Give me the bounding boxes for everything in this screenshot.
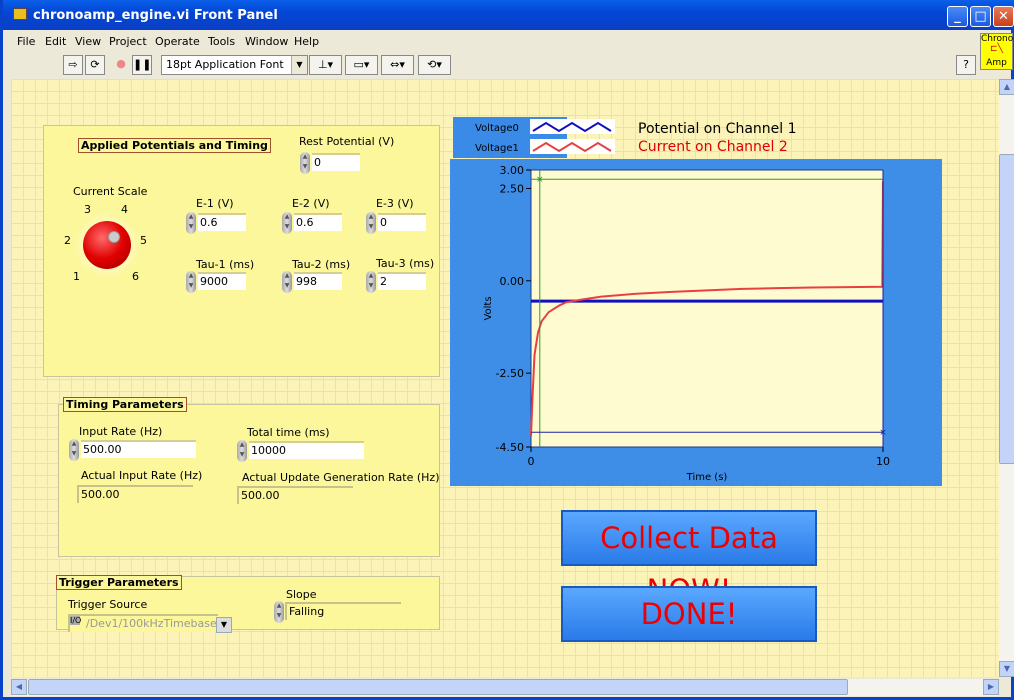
distribute-objects-icon[interactable]: ▭▾: [345, 55, 378, 75]
menu-window[interactable]: Window: [245, 35, 288, 48]
menu-file[interactable]: File: [17, 35, 35, 48]
run-arrow-icon[interactable]: ⇨: [63, 55, 83, 75]
front-panel: Applied Potentials and Timing Rest Poten…: [11, 79, 999, 677]
y-tick-label: -4.50: [496, 441, 524, 454]
title-bar: chronoamp_engine.vi Front Panel _ □ ✕: [3, 0, 1014, 30]
scroll-left-icon[interactable]: ◀: [11, 679, 27, 695]
annotation-1: Current on Channel 2: [638, 139, 788, 155]
done-button[interactable]: DONE!: [561, 586, 817, 642]
horizontal-scroll-thumb[interactable]: [28, 679, 848, 695]
reorder-icon[interactable]: ⟲▾: [418, 55, 451, 75]
run-continuously-icon[interactable]: ⟳: [85, 55, 105, 75]
waveform-graph: Voltage0 Voltage1 Potential on Channel 1 Cu…: [450, 117, 942, 486]
cursor-0-marker: ×: [536, 175, 544, 185]
menu-bar: File Edit View Project Operate Tools Win…: [6, 30, 978, 52]
menu-tools[interactable]: Tools: [208, 35, 235, 48]
vi-icon-bottom: Amp: [986, 58, 1007, 68]
plot-area: [530, 169, 884, 448]
menu-view[interactable]: View: [75, 35, 101, 48]
chevron-down-icon: ▼: [291, 56, 307, 74]
y-tick-label: -2.50: [496, 367, 524, 380]
y-tick-label: 2.50: [500, 182, 525, 195]
vertical-scroll-thumb[interactable]: [999, 154, 1014, 464]
legend-label-1: Voltage1: [475, 143, 519, 154]
font-select[interactable]: 18pt Application Font ▼: [161, 55, 308, 75]
scroll-down-icon[interactable]: ▼: [999, 661, 1014, 677]
resize-objects-icon[interactable]: ⇔▾: [381, 55, 414, 75]
y-axis-label: Volts: [483, 296, 494, 320]
vi-icon: Chrono ⊏╲ Amp: [980, 33, 1014, 70]
window: chronoamp_engine.vi Front Panel _ □ ✕ Fi…: [0, 0, 1014, 700]
minimize-button[interactable]: _: [947, 6, 968, 27]
abort-icon[interactable]: ●: [112, 55, 130, 75]
menu-operate[interactable]: Operate: [155, 35, 200, 48]
horizontal-scrollbar[interactable]: ◀ ▶: [11, 679, 999, 696]
scroll-right-icon[interactable]: ▶: [983, 679, 999, 695]
window-title: chronoamp_engine.vi Front Panel: [33, 8, 278, 23]
vertical-scrollbar[interactable]: ▲ ▼: [999, 79, 1014, 677]
labview-icon: [13, 8, 27, 20]
x-tick-label: 10: [876, 455, 890, 468]
y-tick-label: 0.00: [500, 275, 525, 288]
x-tick-label: 0: [528, 455, 535, 468]
toolbar: ⇨ ⟳ ● ❚❚ 18pt Application Font ▼ ⊥▾ ▭▾ ⇔▾…: [6, 52, 978, 78]
y-tick-label: 3.00: [500, 164, 525, 177]
align-objects-icon[interactable]: ⊥▾: [309, 55, 342, 75]
close-button[interactable]: ✕: [993, 6, 1014, 27]
legend-label-0: Voltage0: [475, 123, 519, 134]
collect-data-button[interactable]: Collect Data NOW!: [561, 510, 817, 607]
scroll-up-icon[interactable]: ▲: [999, 79, 1014, 95]
help-icon[interactable]: ?: [956, 55, 976, 75]
cursor-1-marker: ×: [879, 428, 887, 438]
menu-edit[interactable]: Edit: [45, 35, 66, 48]
menu-project[interactable]: Project: [109, 35, 147, 48]
maximize-button[interactable]: □: [970, 6, 991, 27]
vi-icon-top: Chrono: [981, 34, 1014, 44]
annotation-0: Potential on Channel 1: [638, 121, 797, 137]
pause-icon[interactable]: ❚❚: [132, 55, 152, 75]
menu-help[interactable]: Help: [294, 35, 319, 48]
x-axis-label: Time (s): [686, 472, 728, 483]
font-select-value: 18pt Application Font: [166, 58, 284, 71]
